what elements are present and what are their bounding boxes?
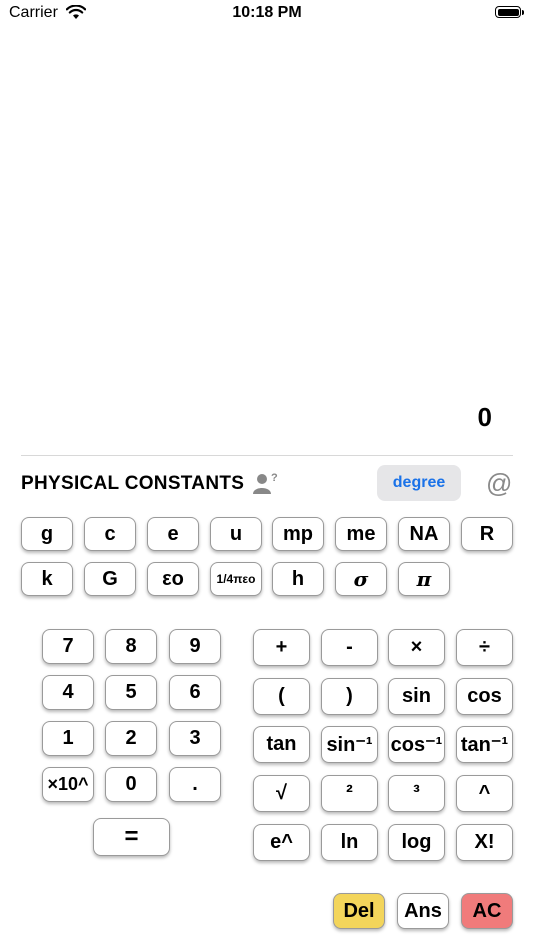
arctan-button[interactable]: tan⁻¹ (456, 726, 513, 763)
constant-sigma-button[interactable]: σ (335, 562, 387, 596)
digit-5-button[interactable]: 5 (105, 675, 157, 710)
answer-button[interactable]: Ans (397, 893, 449, 929)
constant-me-button[interactable]: me (335, 517, 387, 551)
status-bar: Carrier 10:18 PM (0, 0, 534, 28)
constant-big-g-button[interactable]: G (84, 562, 136, 596)
equals-button[interactable]: = (93, 818, 170, 856)
physical-constants-title: PHYSICAL CONSTANTS (21, 473, 245, 494)
power-button[interactable]: ^ (456, 775, 513, 812)
all-clear-button[interactable]: AC (461, 893, 513, 929)
log-button[interactable]: log (388, 824, 445, 861)
digit-1-button[interactable]: 1 (42, 721, 94, 756)
ln-button[interactable]: ln (321, 824, 378, 861)
angle-mode-button[interactable]: degree (377, 465, 461, 501)
digit-2-button[interactable]: 2 (105, 721, 157, 756)
display-divider (21, 455, 513, 456)
minus-button[interactable]: - (321, 629, 378, 666)
tan-button[interactable]: tan (253, 726, 310, 763)
constant-coulomb-button[interactable]: 1/4πεo (210, 562, 262, 596)
delete-button[interactable]: Del (333, 893, 385, 929)
divide-button[interactable]: ÷ (456, 629, 513, 666)
times-ten-power-button[interactable]: ×10^ (42, 767, 94, 802)
square-root-button[interactable]: √ (253, 775, 310, 812)
arccos-button[interactable]: cos⁻¹ (388, 726, 445, 763)
constant-na-button[interactable]: NA (398, 517, 450, 551)
multiply-button[interactable]: × (388, 629, 445, 666)
battery-icon (495, 6, 525, 20)
close-paren-button[interactable]: ) (321, 678, 378, 715)
digit-4-button[interactable]: 4 (42, 675, 94, 710)
digit-8-button[interactable]: 8 (105, 629, 157, 664)
cube-button[interactable]: ³ (388, 775, 445, 812)
cos-button[interactable]: cos (456, 678, 513, 715)
constant-g-button[interactable]: g (21, 517, 73, 551)
status-time: 10:18 PM (232, 4, 302, 21)
svg-text:?: ? (271, 472, 278, 484)
constant-h-button[interactable]: h (272, 562, 324, 596)
factorial-button[interactable]: X! (456, 824, 513, 861)
decimal-point-button[interactable]: . (169, 767, 221, 802)
person-question-icon[interactable]: ? (253, 471, 279, 502)
constant-e-button[interactable]: e (147, 517, 199, 551)
digit-3-button[interactable]: 3 (169, 721, 221, 756)
constant-c-button[interactable]: c (84, 517, 136, 551)
result-display: 0 (477, 402, 492, 432)
exp-button[interactable]: e^ (253, 824, 310, 861)
arcsin-button[interactable]: sin⁻¹ (321, 726, 378, 763)
digit-0-button[interactable]: 0 (105, 767, 157, 802)
constant-mp-button[interactable]: mp (272, 517, 324, 551)
digit-6-button[interactable]: 6 (169, 675, 221, 710)
constant-u-button[interactable]: u (210, 517, 262, 551)
digit-7-button[interactable]: 7 (42, 629, 94, 664)
constant-pi-button[interactable]: π (398, 562, 450, 596)
plus-button[interactable]: + (253, 629, 310, 666)
sin-button[interactable]: sin (388, 678, 445, 715)
square-button[interactable]: ² (321, 775, 378, 812)
constant-epsilon0-button[interactable]: εo (147, 562, 199, 596)
digit-9-button[interactable]: 9 (169, 629, 221, 664)
constant-k-button[interactable]: k (21, 562, 73, 596)
constant-r-button[interactable]: R (461, 517, 513, 551)
at-icon[interactable]: @ (486, 468, 512, 499)
open-paren-button[interactable]: ( (253, 678, 310, 715)
